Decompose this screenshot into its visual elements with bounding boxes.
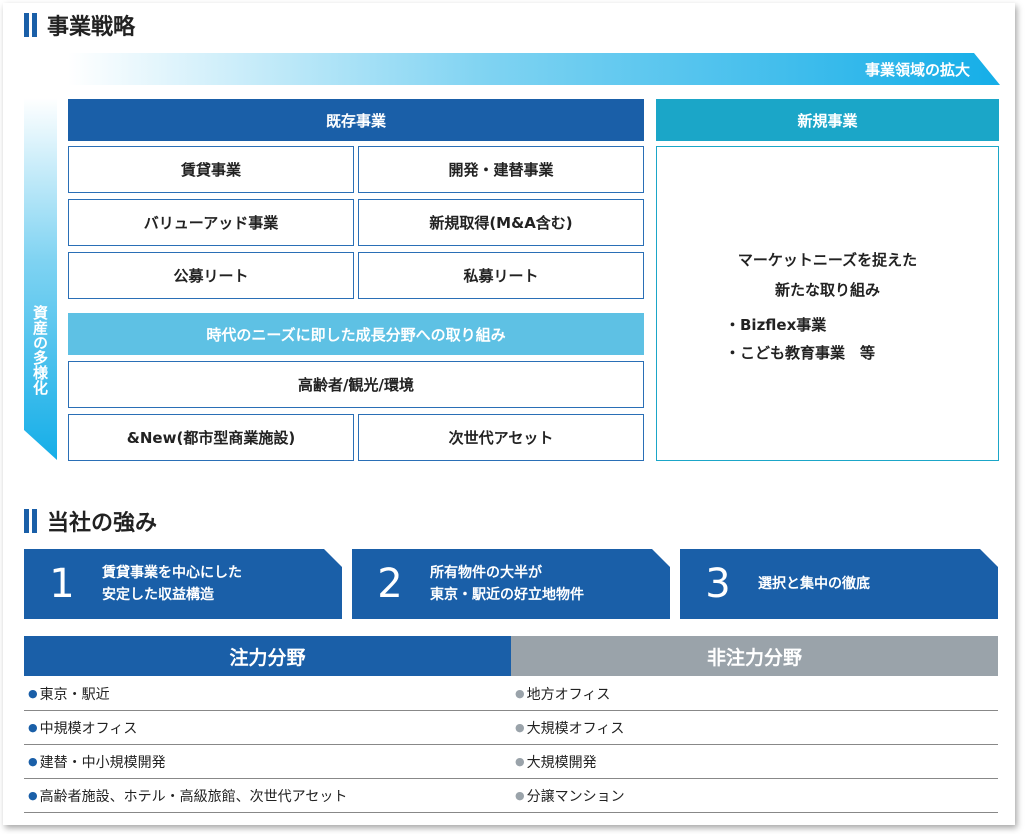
strength-2-line2: 東京・駅近の好立地物件 <box>430 587 584 603</box>
existing-cell-acquisition: 新規取得(M&A含む) <box>358 199 644 246</box>
expansion-label: 事業領域の拡大 <box>864 60 970 79</box>
growth-cell-next-gen-asset: 次世代アセット <box>358 414 644 461</box>
focus-item: 東京・駅近 <box>24 677 511 711</box>
heading-bar-icon <box>32 13 37 37</box>
nonfocus-item: 分譲マンション <box>511 779 998 813</box>
new-business-header: 新規事業 <box>656 99 999 141</box>
new-business-line1: マーケットニーズを捉えた <box>737 251 918 269</box>
growth-cell-new-commercial: &New(都市型商業施設) <box>68 414 354 461</box>
strength-box-3: 3 選択と集中の徹底 <box>680 549 998 619</box>
heading-bar-icon <box>32 509 37 533</box>
strength-number-3: 3 <box>705 561 731 607</box>
strategy-heading: 事業戦略 <box>24 10 135 40</box>
new-business-bullet-bizflex: ・Bizflex事業 <box>725 316 827 334</box>
strengths-heading-text: 当社の強み <box>47 511 158 536</box>
existing-cell-value-add: バリューアッド事業 <box>68 199 354 246</box>
focus-header: 注力分野 <box>24 636 511 676</box>
nonfocus-item: 大規模オフィス <box>511 711 998 745</box>
strength-1-line1: 賃貸事業を中心にした <box>102 565 242 581</box>
strength-3-line1: 選択と集中の徹底 <box>758 576 870 592</box>
strength-1-line2: 安定した収益構造 <box>102 587 214 603</box>
existing-cell-rental: 賃貸事業 <box>68 146 354 193</box>
heading-bar-icon <box>24 509 29 533</box>
focus-item: 高齢者施設、ホテル・高級旅館、次世代アセット <box>24 779 511 813</box>
strength-box-1: 1 賃貸事業を中心にした 安定した収益構造 <box>24 549 342 619</box>
strength-number-2: 2 <box>377 561 403 607</box>
focus-item: 建替・中小規模開発 <box>24 745 511 779</box>
diversification-label: 資産の多様化 <box>31 305 49 395</box>
nonfocus-header: 非注力分野 <box>511 636 998 676</box>
existing-cell-development: 開発・建替事業 <box>358 146 644 193</box>
new-business-line2: 新たな取り組み <box>774 281 880 299</box>
existing-cell-public-reit: 公募リート <box>68 252 354 299</box>
strengths-heading: 当社の強み <box>24 506 157 536</box>
existing-cell-private-reit: 私募リート <box>358 252 644 299</box>
strategy-heading-text: 事業戦略 <box>47 15 136 40</box>
diversification-arrow <box>24 98 57 460</box>
strength-2-line1: 所有物件の大半が <box>430 565 542 581</box>
growth-header: 時代のニーズに即した成長分野への取り組み <box>68 313 644 355</box>
strength-number-1: 1 <box>49 561 75 607</box>
growth-cell-elderly-tourism-environment: 高齢者/観光/環境 <box>68 361 644 408</box>
nonfocus-item: 大規模開発 <box>511 745 998 779</box>
heading-bar-icon <box>24 13 29 37</box>
new-business-box: マーケットニーズを捉えた 新たな取り組み ・Bizflex事業 ・こども教育事業… <box>656 146 999 461</box>
nonfocus-item: 地方オフィス <box>511 677 998 711</box>
strength-box-2: 2 所有物件の大半が 東京・駅近の好立地物件 <box>352 549 670 619</box>
focus-item: 中規模オフィス <box>24 711 511 745</box>
new-business-bullet-kids-education: ・こども教育事業 等 <box>725 344 876 362</box>
existing-business-header: 既存事業 <box>68 99 644 141</box>
